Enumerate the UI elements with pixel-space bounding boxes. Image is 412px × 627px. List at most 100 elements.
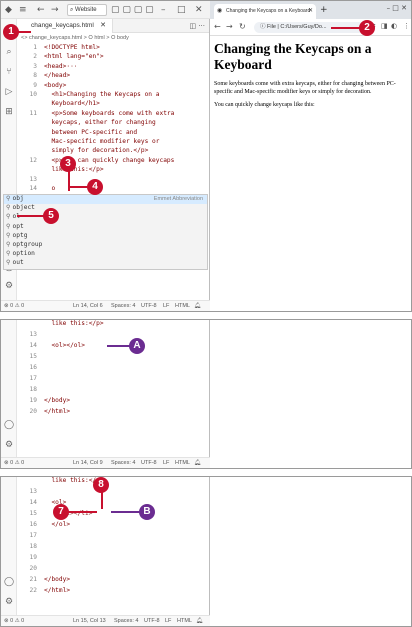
forward-arrow-icon[interactable]: → [226,22,233,31]
code-line[interactable]: <ol></ol> [44,342,85,351]
cursor-position[interactable]: Ln 14, Col 6 [73,301,103,311]
suggestion-item[interactable]: ⚲ out [4,259,207,268]
status-bar: ⊗ 0 ⚠ 0 Ln 15, Col 13 Spaces: 4 UTF-8 LF… [1,615,210,626]
code-line[interactable]: </html> [44,587,70,596]
settings-gear-icon[interactable]: ⚙ [4,281,14,291]
run-debug-icon[interactable]: ▷ [4,87,14,97]
line-number: 14 [29,342,37,349]
notifications-icon[interactable]: 🔔︎ [196,616,203,626]
callout-B: B [111,504,155,520]
back-arrow-icon[interactable]: ← [214,22,221,31]
cursor-position[interactable]: Ln 15, Col 13 [73,616,106,626]
code-line[interactable]: </body> [44,397,70,406]
source-control-icon[interactable]: ⑂ [4,67,14,77]
close-tab-icon[interactable]: ✕ [100,19,106,33]
language-mode[interactable]: HTML [175,458,190,468]
autocomplete-list[interactable]: ⚲objEmmet Abbreviation⚲object⚲ol⚲opt⚲opt… [3,194,208,270]
line-ending[interactable]: LF [163,301,169,311]
back-arrow-icon[interactable]: ← [37,4,45,16]
code-line[interactable]: <body> [44,82,66,91]
suggestion-detail: Emmet Abbreviation [153,196,203,202]
account-icon[interactable]: ◯ [4,420,14,430]
code-editor[interactable]: 1 <!DOCTYPE html> 2 <html lang="en"> 3 <head>… [17,44,209,196]
layout-toggle-icon[interactable]: ▢ ▢ ▢ ▢ [111,4,154,16]
wrench-icon: ⚲ [6,231,11,239]
maximize-icon[interactable]: □ [177,4,186,16]
language-mode[interactable]: HTML [177,616,192,626]
vscode-logo-icon: ◆ [5,5,12,15]
code-line[interactable]: keycaps, either for changing [44,119,155,128]
encoding[interactable]: UTF-8 [144,616,160,626]
command-search-box[interactable]: ⌕ Website [67,4,107,16]
code-line[interactable]: <h1>Changing the Keycaps on a [44,91,159,100]
line-number: 16 [29,364,37,371]
problems-indicator[interactable]: ⊗ 0 ⚠ 0 [4,616,24,626]
code-line[interactable]: between PC-specific and [44,129,137,138]
wrench-icon: ⚲ [6,250,11,258]
profile-icon[interactable]: ◐ [391,22,397,30]
problems-indicator[interactable]: ⊗ 0 ⚠ 0 [4,301,24,311]
suggestion-item[interactable]: ⚲ obj Emmet Abbreviation [4,195,207,204]
line-number: 14 [29,185,37,192]
line-ending[interactable]: LF [165,616,171,626]
wrench-icon: ⚲ [6,204,11,212]
browser-tab[interactable]: ◉ Changing the Keycaps on a Keyboard ✕ [214,4,316,19]
problems-indicator[interactable]: ⊗ 0 ⚠ 0 [4,458,24,468]
suggestion-item[interactable]: ⚲ option [4,250,207,259]
screenshot-panel-1: ◆ ≡ ← → ⌕ Website ▢ ▢ ▢ ▢ – □ ✕ ❐ ⌕ ⑂ ▷ … [0,0,412,312]
account-icon[interactable]: ◯ [4,577,14,587]
code-line[interactable]: like this:</p> [44,320,103,329]
indentation[interactable]: Spaces: 4 [111,301,135,311]
notifications-icon[interactable]: 🔔︎ [194,458,201,468]
code-line[interactable]: <html lang="en"> [44,53,104,62]
encoding[interactable]: UTF-8 [141,458,157,468]
code-line[interactable]: Keyboard</h1> [44,100,99,109]
breadcrumb[interactable]: <> change_keycaps.html > ⭘ html > ⭘ body [21,34,129,42]
code-line[interactable]: </body> [44,576,70,585]
suggestion-item[interactable]: ⚲ optg [4,232,207,241]
settings-gear-icon[interactable]: ⚙ [4,597,14,607]
new-tab-icon[interactable]: + [320,5,328,15]
more-menu-icon[interactable]: ⋮ [403,22,410,30]
reload-icon[interactable]: ↻ [239,22,246,31]
cursor-position[interactable]: Ln 14, Col 9 [73,458,103,468]
line-number: 20 [29,565,37,572]
code-line[interactable]: <p>Some keyboards come with extra [44,110,174,119]
search-icon[interactable]: ⌕ [4,47,14,57]
forward-arrow-icon[interactable]: → [51,4,59,16]
callout-A: A [107,338,147,354]
split-editor-icon[interactable]: ◫ ··· [189,19,205,33]
menu-icon[interactable]: ≡ [19,4,27,16]
line-number: 14 [29,499,37,506]
suggestion-label: out [12,259,24,267]
code-line[interactable]: </ol> [44,521,70,530]
code-editor[interactable]: like this:</p> 13 14 <ol> 15 <li></li> 16 </… [17,477,209,607]
line-ending[interactable]: LF [163,458,169,468]
code-line[interactable]: o [44,185,55,194]
line-number: 2 [33,53,37,61]
settings-gear-icon[interactable]: ⚙ [4,440,14,450]
close-window-icon[interactable]: ✕ [195,4,203,16]
code-line[interactable]: </html> [44,408,70,417]
language-mode[interactable]: HTML [175,301,190,311]
code-line[interactable]: simply for decoration.</p> [44,147,148,156]
suggestion-label: obj [12,195,24,202]
code-line[interactable]: Mac-specific modifier keys or [44,138,159,147]
page-favicon-icon: ◉ [217,8,223,14]
indentation[interactable]: Spaces: 4 [111,458,135,468]
indentation[interactable]: Spaces: 4 [114,616,138,626]
code-line[interactable]: <!DOCTYPE html> [44,44,100,53]
close-tab-icon[interactable]: ✕ [308,4,313,19]
extensions-icon[interactable]: ⊞ [4,107,14,117]
code-line[interactable]: <head>··· [44,63,78,72]
minimize-icon[interactable]: – [161,4,166,16]
split-view-icon[interactable]: ◨ [381,22,388,30]
encoding[interactable]: UTF-8 [141,301,157,311]
window-controls-icon[interactable]: – □ ✕ [387,4,407,12]
suggestion-label: optgroup [12,241,43,248]
suggestion-item[interactable]: ⚲ optgroup [4,241,207,250]
code-line[interactable]: </head> [44,72,70,81]
title-bar: ◆ ≡ ← → ⌕ Website ▢ ▢ ▢ ▢ – □ ✕ [1,1,210,19]
browser-tab-strip: ◉ Changing the Keycaps on a Keyboard ✕ +… [210,1,411,19]
notifications-icon[interactable]: 🔔︎ [194,301,201,311]
